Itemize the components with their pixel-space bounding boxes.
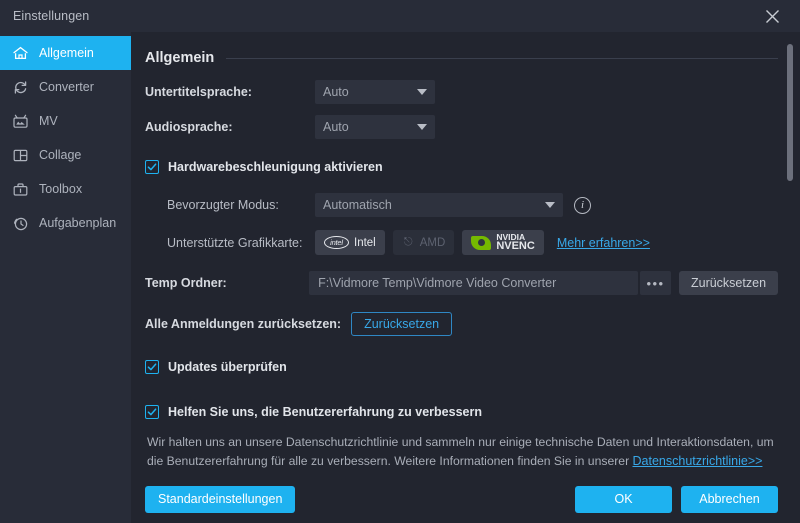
amd-logo-icon: ⎋ <box>403 236 413 248</box>
title-bar: Einstellungen <box>0 0 800 32</box>
temp-folder-reset-button[interactable]: Zurücksetzen <box>678 271 779 295</box>
gpu-badge-label: Intel <box>354 236 376 249</box>
clock-icon <box>12 215 29 232</box>
sidebar-item-allgemein[interactable]: Allgemein <box>0 36 131 70</box>
preferred-mode-label: Bevorzugter Modus: <box>167 198 279 212</box>
sidebar-item-converter[interactable]: Converter <box>0 70 131 104</box>
close-icon[interactable] <box>752 0 792 32</box>
divider <box>226 57 778 59</box>
sidebar-item-label: Converter <box>39 80 94 94</box>
section-title: Allgemein <box>145 50 215 66</box>
reset-logins-label: Alle Anmeldungen zurücksetzen: <box>145 317 342 331</box>
sidebar-item-label: Toolbox <box>39 182 83 196</box>
hardware-acceleration-checkbox[interactable] <box>145 160 159 174</box>
window-body: Allgemein Converter MV Collage Toolbox A… <box>0 32 800 523</box>
nvidia-logo-icon <box>471 235 492 250</box>
row-improve-experience: Helfen Sie uns, die Benutzererfahrung zu… <box>145 400 778 424</box>
graphics-card-label: Unterstützte Grafikkarte: <box>167 235 303 250</box>
preferred-mode-select[interactable]: Automatisch <box>315 193 563 217</box>
check-updates-checkbox[interactable] <box>145 360 159 374</box>
row-preferred-mode: Bevorzugter Modus: Automatisch i <box>145 193 778 217</box>
sidebar-item-label: Collage <box>39 148 82 162</box>
content-column: Allgemein Untertitelsprache: Auto Audios… <box>131 32 800 523</box>
row-audio-language: Audiosprache: Auto <box>145 115 778 139</box>
improve-experience-label[interactable]: Helfen Sie uns, die Benutzererfahrung zu… <box>168 405 482 419</box>
chevron-down-icon <box>417 89 427 95</box>
sidebar: Allgemein Converter MV Collage Toolbox A… <box>0 32 131 523</box>
temp-folder-browse-button[interactable]: ••• <box>640 271 671 295</box>
temp-folder-value: F:\Vidmore Temp\Vidmore Video Converter <box>318 276 557 290</box>
subtitle-language-value: Auto <box>323 85 349 99</box>
gpu-badge-intel[interactable]: intel Intel <box>315 230 385 255</box>
privacy-paragraph: Wir halten uns an unsere Datenschutzrich… <box>147 433 775 471</box>
improve-experience-checkbox[interactable] <box>145 405 159 419</box>
cancel-button[interactable]: Abbrechen <box>681 485 778 513</box>
gpu-badge-amd: ⎋ AMD <box>392 230 455 255</box>
home-icon <box>12 45 29 62</box>
chevron-down-icon <box>417 124 427 130</box>
sidebar-item-collage[interactable]: Collage <box>0 138 131 172</box>
sidebar-item-mv[interactable]: MV <box>0 104 131 138</box>
gpu-badge-nvidia[interactable]: NVIDIA NVENC <box>462 230 544 255</box>
privacy-policy-link[interactable]: Datenschutzrichtlinie>> <box>633 454 763 468</box>
settings-scroll-area: Allgemein Untertitelsprache: Auto Audios… <box>131 32 800 475</box>
row-subtitle-language: Untertitelsprache: Auto <box>145 80 778 104</box>
reset-logins-button[interactable]: Zurücksetzen <box>351 312 453 336</box>
section-header-allgemein: Allgemein <box>145 50 778 66</box>
chevron-down-icon <box>545 202 555 208</box>
gpu-badge-label: AMD <box>419 236 446 249</box>
subtitle-language-select[interactable]: Auto <box>315 80 435 104</box>
scrollbar-thumb[interactable] <box>787 44 793 181</box>
preferred-mode-value: Automatisch <box>323 198 392 212</box>
temp-folder-label: Temp Ordner: <box>145 276 227 290</box>
gpu-badge-label-group: NVIDIA NVENC <box>496 233 535 253</box>
row-graphics-card: Unterstützte Grafikkarte: intel Intel ⎋ … <box>145 230 778 255</box>
footer-bar: Standardeinstellungen OK Abbrechen <box>131 475 800 523</box>
gpu-badge-label: NVENC <box>496 240 535 253</box>
audio-language-value: Auto <box>323 120 349 134</box>
row-reset-logins: Alle Anmeldungen zurücksetzen: Zurückset… <box>145 312 778 336</box>
sidebar-item-aufgabenplan[interactable]: Aufgabenplan <box>0 206 131 240</box>
temp-folder-input[interactable]: F:\Vidmore Temp\Vidmore Video Converter <box>309 271 639 295</box>
toolbox-icon <box>12 181 29 198</box>
sidebar-item-toolbox[interactable]: Toolbox <box>0 172 131 206</box>
row-hardware-acceleration: Hardwarebeschleunigung aktivieren <box>145 155 778 179</box>
hardware-acceleration-label[interactable]: Hardwarebeschleunigung aktivieren <box>168 160 383 174</box>
row-check-updates: Updates überprüfen <box>145 355 778 379</box>
refresh-icon <box>12 79 29 96</box>
scrollbar[interactable] <box>787 36 797 471</box>
learn-more-link[interactable]: Mehr erfahren>> <box>557 236 650 250</box>
ok-button[interactable]: OK <box>575 485 672 513</box>
sidebar-item-label: MV <box>39 114 58 128</box>
defaults-button[interactable]: Standardeinstellungen <box>145 485 296 513</box>
window-title: Einstellungen <box>13 9 90 23</box>
row-temp-folder: Temp Ordner: F:\Vidmore Temp\Vidmore Vid… <box>145 271 779 295</box>
sidebar-item-label: Allgemein <box>39 46 94 60</box>
audio-language-select[interactable]: Auto <box>315 115 435 139</box>
settings-window: Einstellungen Allgemein Converter MV Col… <box>0 0 800 523</box>
ellipsis-icon: ••• <box>646 275 665 291</box>
subtitle-language-label: Untertitelsprache: <box>145 85 252 99</box>
layout-icon <box>12 147 29 164</box>
info-icon[interactable]: i <box>574 196 591 214</box>
sidebar-item-label: Aufgabenplan <box>39 216 117 230</box>
audio-language-label: Audiosprache: <box>145 120 233 134</box>
intel-logo-icon: intel <box>324 236 349 249</box>
check-updates-label[interactable]: Updates überprüfen <box>168 360 287 374</box>
tv-icon <box>12 113 29 130</box>
